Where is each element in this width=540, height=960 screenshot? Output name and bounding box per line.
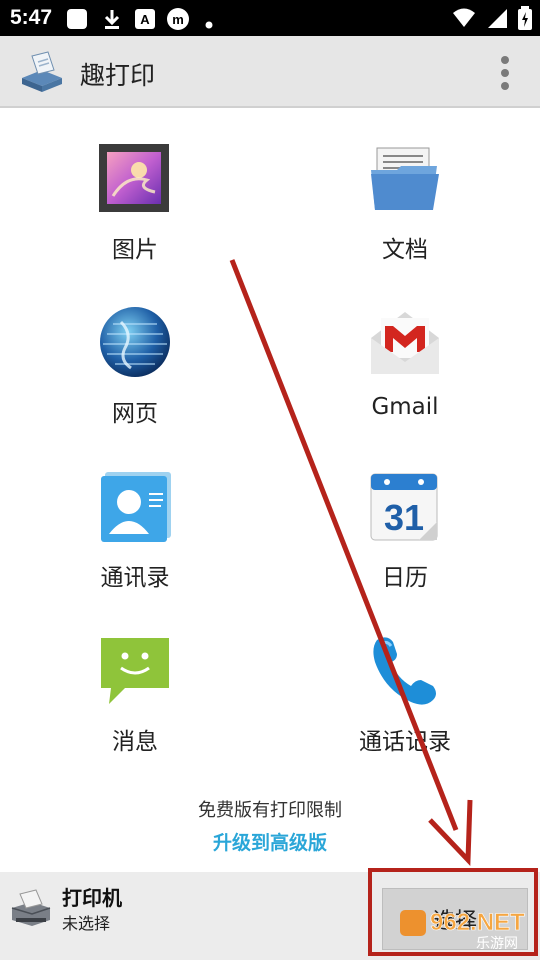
tile-label: 通话记录 [359,729,451,755]
gmail-icon [367,304,443,380]
font-a-icon: A [134,8,156,34]
calendar-icon: 31 [367,468,443,544]
tile-call-log[interactable]: 通话记录 [270,612,540,776]
app-title: 趣打印 [80,61,156,90]
tile-label: 通讯录 [100,565,170,591]
phone-icon [367,632,443,708]
svg-text:m: m [172,12,184,27]
printer-status: 未选择 [62,914,111,933]
pictures-icon [97,140,173,216]
messages-icon [97,632,173,708]
overflow-menu-icon[interactable] [500,56,510,90]
battery-icon [518,6,532,34]
calendar-day-number: 31 [384,497,424,538]
upgrade-link[interactable]: 升级到高级版 [0,828,540,855]
svg-text:A: A [140,12,150,27]
app-bar: 趣打印 [0,36,540,108]
app-logo-icon [18,50,66,94]
dot-icon [205,14,213,33]
svg-text:962.NET: 962.NET [430,909,525,936]
download-icon [102,8,122,34]
free-version-notice: 免费版有打印限制 升级到高级版 [0,796,540,855]
tile-documents[interactable]: 文档 [270,120,540,284]
status-time: 5:47 [10,6,53,29]
signal-icon [486,7,508,33]
tile-label: 日历 [382,565,428,591]
printer-label: 打印机 [62,886,122,910]
tile-label: 网页 [112,401,158,427]
notification-square-icon [66,8,88,34]
tile-calendar[interactable]: 31 日历 [270,448,540,612]
contacts-icon [97,468,173,544]
svg-text:乐游网: 乐游网 [476,936,518,952]
printer-icon [8,888,54,928]
status-bar: 5:47 A m [0,0,540,36]
tile-label: Gmail [371,394,439,420]
globe-icon [97,304,173,380]
watermark-logo: 962.NET 乐游网 [400,904,536,952]
tile-label: 文档 [382,237,428,263]
tile-label: 消息 [112,729,158,755]
tile-pictures[interactable]: 图片 [0,120,270,284]
tile-gmail[interactable]: Gmail [270,284,540,448]
tile-messages[interactable]: 消息 [0,612,270,776]
folder-documents-icon [367,140,443,216]
free-version-text: 免费版有打印限制 [198,800,342,821]
tile-webpage[interactable]: 网页 [0,284,270,448]
tile-label: 图片 [112,237,158,263]
tile-contacts[interactable]: 通讯录 [0,448,270,612]
m-app-icon: m [166,8,190,36]
wifi-icon [452,7,476,33]
